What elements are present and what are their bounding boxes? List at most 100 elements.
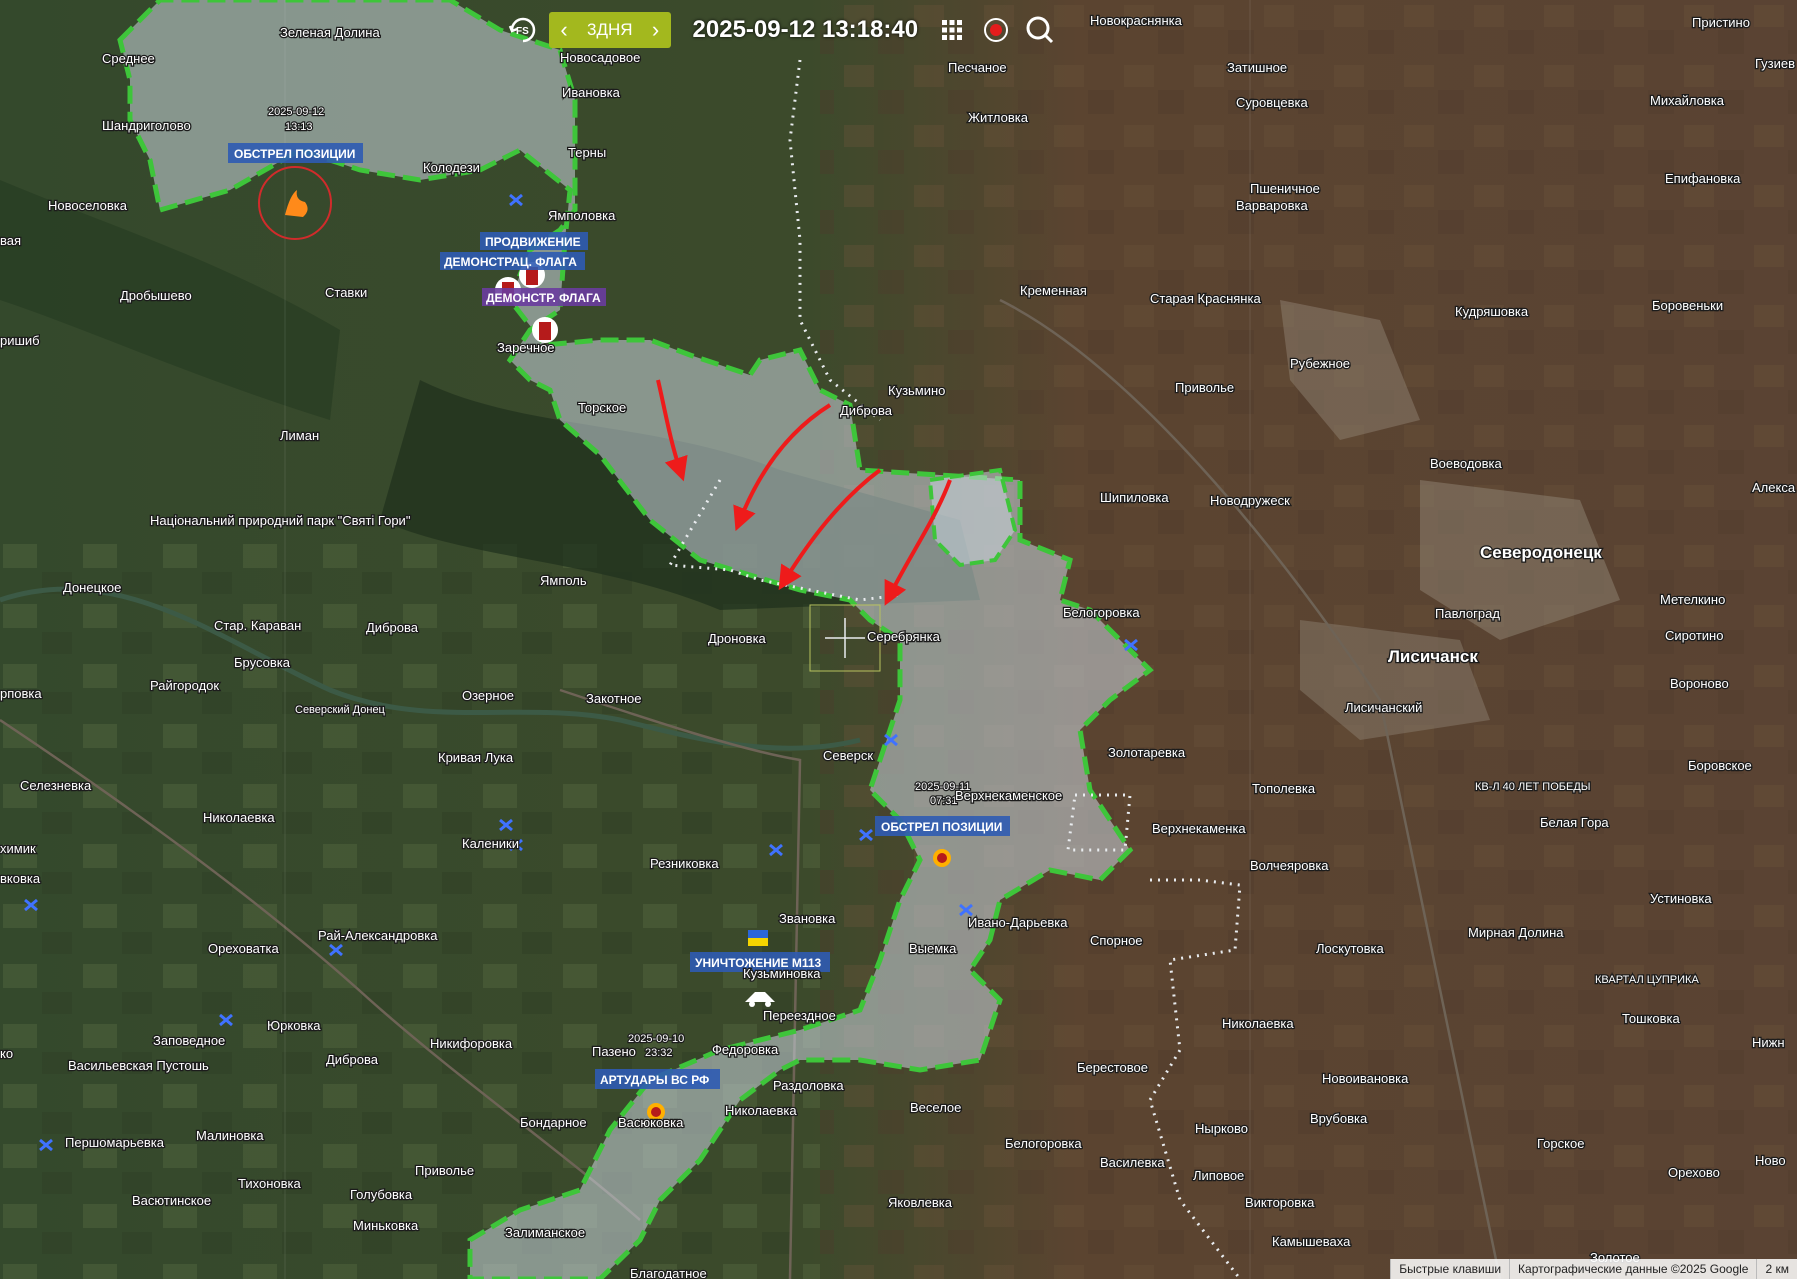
- place-label: Верхнекаменка: [1152, 821, 1246, 836]
- record-icon[interactable]: [978, 12, 1014, 48]
- place-label: Павлоград: [1435, 606, 1500, 621]
- keyboard-shortcuts-link[interactable]: Быстрые клавиши: [1390, 1259, 1510, 1279]
- place-label: Новодружеск: [1210, 493, 1290, 508]
- place-label: Белогоровка: [1005, 1136, 1082, 1151]
- place-label: Брусовка: [234, 655, 291, 670]
- place-label: ко: [0, 1046, 13, 1061]
- place-label: Горское: [1537, 1136, 1584, 1151]
- place-label: Озерное: [462, 688, 514, 703]
- place-label: Новоивановка: [1322, 1071, 1409, 1086]
- next-range-button[interactable]: ›: [641, 17, 671, 43]
- place-label: Колодези: [423, 160, 480, 175]
- place-label: Яковлевка: [888, 1195, 953, 1210]
- explosion-icon[interactable]: [933, 849, 951, 867]
- event-label-flag-1[interactable]: ДЕМОНСТРАЦ. ФЛАГА: [440, 252, 585, 270]
- place-label: Приволье: [415, 1163, 474, 1178]
- place-label: Затишное: [1227, 60, 1287, 75]
- place-label: Переездное: [763, 1008, 836, 1023]
- event-label-flag-2[interactable]: ДЕМОНСТР. ФЛАГА: [482, 288, 606, 306]
- event-time: 07:31: [930, 795, 958, 807]
- place-label: Резниковка: [650, 856, 719, 871]
- place-label: Шипиловка: [1100, 490, 1169, 505]
- place-label: Національний природний парк "Святі Гори": [150, 513, 411, 528]
- place-label: Северск: [823, 748, 873, 763]
- prev-range-button[interactable]: ‹: [549, 17, 579, 43]
- place-label: Голубовка: [350, 1187, 413, 1202]
- ukraine-flag-icon: [748, 930, 768, 946]
- place-label: Мирная Долина: [1468, 925, 1564, 940]
- place-label: Варваровка: [1236, 198, 1308, 213]
- place-label: Северский Донец: [295, 704, 386, 716]
- place-label: Серебрянка: [867, 629, 941, 644]
- place-label: Приволье: [1175, 380, 1234, 395]
- place-label: Ямполь: [540, 573, 587, 588]
- place-label: Новосадовое: [560, 50, 640, 65]
- place-label: Берестовое: [1077, 1060, 1148, 1075]
- place-label: Сиротино: [1665, 628, 1723, 643]
- place-label: Николаевка: [203, 810, 275, 825]
- grid-icon[interactable]: [934, 12, 970, 48]
- place-label: Золотаревка: [1108, 745, 1186, 760]
- range-label: 3ДНЯ: [587, 20, 633, 39]
- place-label: Лисичанск: [1388, 647, 1478, 666]
- place-label: Першомарьевка: [65, 1135, 165, 1150]
- place-label: Рай-Александровка: [318, 928, 438, 943]
- place-label: Залиманское: [505, 1225, 585, 1240]
- place-label: Дроновка: [708, 631, 767, 646]
- place-label: вая: [0, 233, 21, 248]
- place-label: Бондарное: [520, 1115, 587, 1130]
- place-label: Диброва: [326, 1052, 379, 1067]
- place-label: Диброва: [840, 403, 893, 418]
- terrain-fields-west: [0, 540, 820, 1279]
- event-time: 23:32: [645, 1047, 673, 1059]
- place-label: Белая Гора: [1540, 815, 1609, 830]
- place-label: Воеводовка: [1430, 456, 1503, 471]
- satellite-map[interactable]: 2025-09-12 13:13 ОБСТРЕЛ ПОЗИЦИИ ПРОДВИЖ…: [0, 0, 1797, 1279]
- place-label: Боровское: [1688, 758, 1752, 773]
- place-label: Камышеваха: [1272, 1234, 1351, 1249]
- place-label: вковка: [0, 871, 41, 886]
- place-label: Суровцевка: [1236, 95, 1309, 110]
- place-label: Селезневка: [20, 778, 92, 793]
- place-label: Васюковка: [618, 1115, 684, 1130]
- map-data-credit[interactable]: Картографические данные ©2025 Google: [1509, 1259, 1757, 1279]
- place-label: Боровеньки: [1652, 298, 1723, 313]
- event-date: 2025-09-12: [268, 106, 324, 118]
- place-label: Белогоровка: [1063, 605, 1140, 620]
- place-label: Среднее: [102, 51, 155, 66]
- event-label: ОБСТРЕЛ ПОЗИЦИИ: [881, 820, 1002, 834]
- place-label: Лиман: [280, 428, 319, 443]
- range-control[interactable]: ‹ 3ДНЯ ›: [549, 12, 671, 48]
- place-label: Спорное: [1090, 933, 1143, 948]
- place-label: Миньковка: [353, 1218, 419, 1233]
- place-label: Северодонецк: [1480, 543, 1602, 562]
- place-label: Николаевка: [1222, 1016, 1294, 1031]
- refresh-fs-icon[interactable]: FS: [505, 12, 541, 48]
- event-label: ПРОДВИЖЕНИЕ: [485, 235, 581, 249]
- place-label: Михайловка: [1650, 93, 1725, 108]
- place-label: рповка: [0, 686, 42, 701]
- event-label: ДЕМОНСТРАЦ. ФЛАГА: [444, 255, 577, 269]
- place-label: Выемка: [909, 941, 957, 956]
- place-label: Васютинское: [132, 1193, 211, 1208]
- search-icon[interactable]: [1022, 12, 1058, 48]
- place-label: Дробышево: [120, 288, 192, 303]
- place-label: ришиб: [0, 333, 40, 348]
- event-date: 2025-09-10: [628, 1033, 684, 1045]
- place-label: Терны: [568, 145, 606, 160]
- event-label-advance[interactable]: ПРОДВИЖЕНИЕ: [480, 232, 588, 250]
- place-label: Кременная: [1020, 283, 1087, 298]
- place-label: Устиновка: [1650, 891, 1712, 906]
- place-label: Кривая Лука: [438, 750, 514, 765]
- place-label: Викторовка: [1245, 1195, 1315, 1210]
- place-label: Врубовка: [1310, 1111, 1368, 1126]
- place-label: Верхнекаменское: [955, 788, 1062, 803]
- place-label: Васильевская Пустошь: [68, 1058, 209, 1073]
- place-label: Райгородок: [150, 678, 219, 693]
- place-label: химик: [0, 841, 36, 856]
- scale-bar: 2 км: [1756, 1259, 1797, 1279]
- place-label: Метелкино: [1660, 592, 1725, 607]
- place-label: Кузьмино: [888, 383, 945, 398]
- place-label: Стар. Караван: [214, 618, 301, 633]
- map-attribution: Быстрые клавиши Картографические данные …: [1390, 1259, 1797, 1279]
